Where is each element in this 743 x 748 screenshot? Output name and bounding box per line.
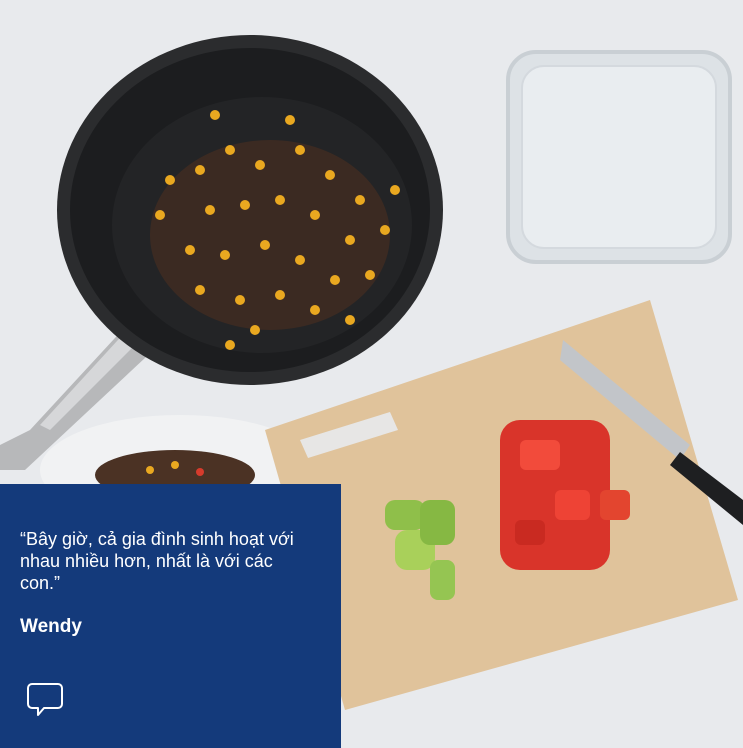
glass-container [506,50,732,264]
testimonial-quote: “Bây giờ, cả gia đình sinh hoạt với nhau… [20,529,294,593]
speech-bubble-icon [27,683,63,716]
testimonial-author: Wendy [20,616,82,637]
testimonial-card: “Bây giờ, cả gia đình sinh hoạt với nhau… [0,484,341,748]
